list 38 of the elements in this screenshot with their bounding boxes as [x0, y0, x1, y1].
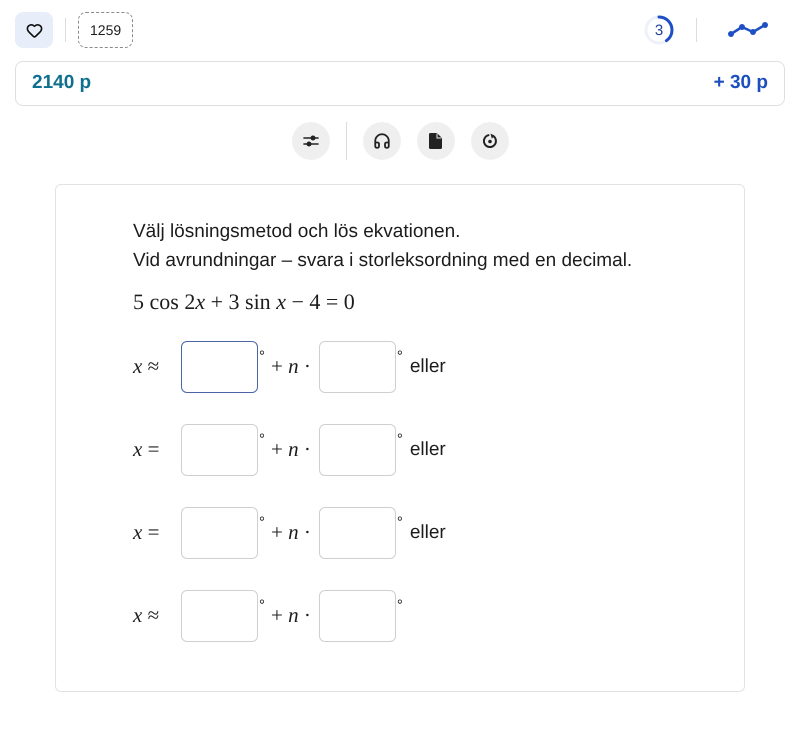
or-text: eller: [410, 520, 446, 545]
period-term: + n ·: [271, 436, 311, 464]
instruction-text: Vid avrundningar – svara i storleksordning med en decimal.: [133, 249, 632, 273]
document-button[interactable]: [416, 122, 454, 160]
period-term: + n ·: [271, 353, 311, 380]
instruction-text: Välj lösningsmetod och lös ekvationen.: [133, 220, 460, 244]
relation-text: x =: [133, 436, 160, 464]
reset-icon: [482, 133, 498, 149]
relation-text: x =: [133, 519, 160, 546]
degree-sign: °: [259, 349, 265, 364]
progress-number: 3: [654, 20, 664, 40]
period-term: + n ·: [271, 519, 311, 546]
degree-sign: °: [259, 432, 265, 447]
headphones-icon: [372, 132, 390, 150]
degree-sign: °: [259, 598, 265, 613]
favorite-button[interactable]: [15, 12, 53, 48]
score-gain: + 30 p: [714, 71, 768, 96]
degree-sign: °: [396, 349, 403, 364]
reset-button[interactable]: [470, 122, 508, 160]
or-text: eller: [410, 354, 446, 379]
relation-text: x ≈: [133, 602, 160, 630]
degree-sign: °: [396, 515, 403, 530]
degree-sign: °: [396, 432, 403, 447]
heart-icon: [26, 22, 42, 38]
document-icon: [429, 133, 442, 149]
degree-sign: °: [396, 598, 403, 613]
degree-sign: °: [259, 515, 265, 530]
relation-text: x ≈: [133, 353, 160, 380]
equation: 5 cos 2x + 3 sin x − 4 = 0: [133, 288, 355, 316]
or-text: eller: [410, 438, 446, 462]
counter-tag: 1259: [78, 12, 134, 48]
period-term: + n ·: [271, 602, 311, 630]
score-total: 2140 p: [32, 71, 92, 96]
line-chart-icon[interactable]: [727, 22, 769, 38]
settings-button[interactable]: [292, 122, 330, 160]
sliders-icon: [302, 134, 318, 148]
answer-field[interactable]: [181, 341, 258, 393]
audio-button[interactable]: [362, 122, 400, 160]
